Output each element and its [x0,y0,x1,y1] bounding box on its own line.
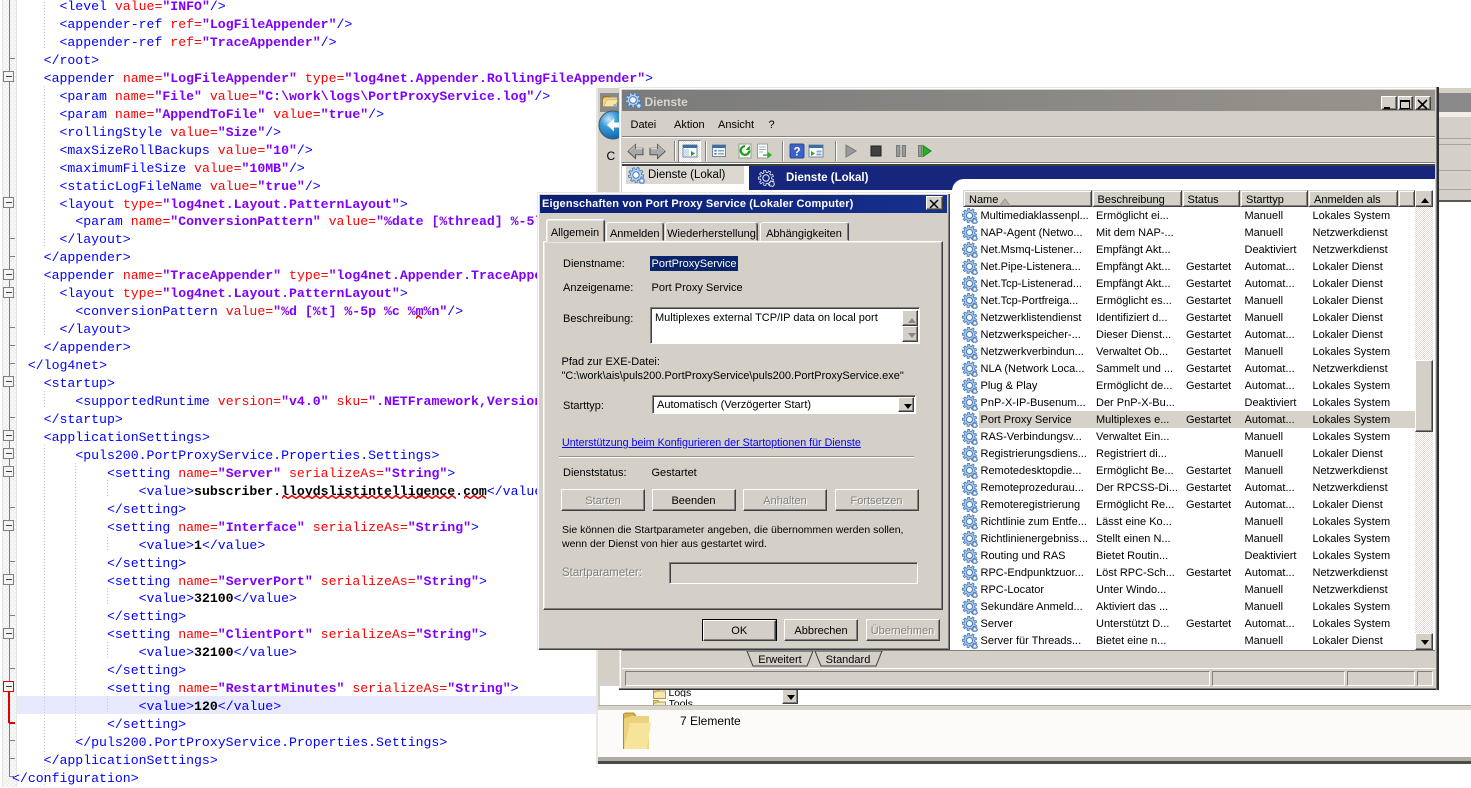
svg-text:Standard: Standard [826,654,871,666]
svg-text:Erweitert: Erweitert [758,654,801,666]
svg-text:?: ? [793,147,800,159]
